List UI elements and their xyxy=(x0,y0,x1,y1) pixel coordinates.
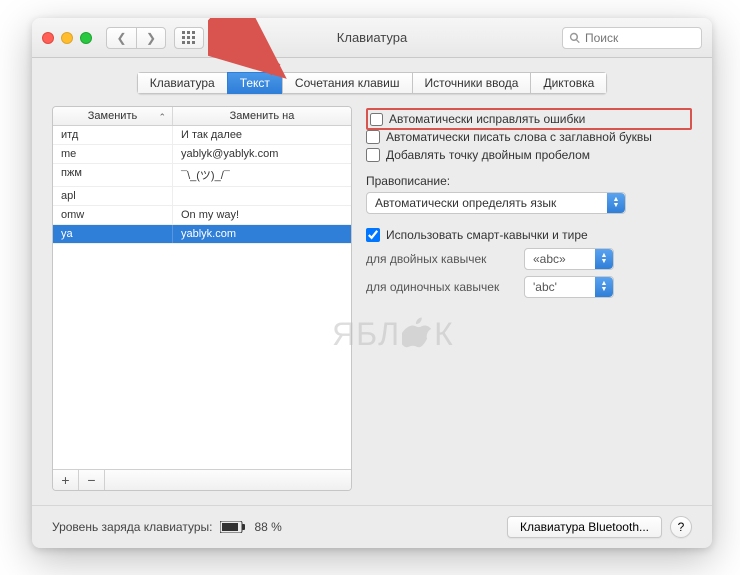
help-button[interactable]: ? xyxy=(670,516,692,538)
table-row[interactable]: omwOn my way! xyxy=(53,206,351,225)
battery-percentage: 88 % xyxy=(254,520,281,534)
double-quotes-label: для двойных кавычек xyxy=(366,252,516,266)
column-with[interactable]: Заменить на xyxy=(173,107,351,125)
traffic-lights xyxy=(42,32,92,44)
battery-label: Уровень заряда клавиатуры: xyxy=(52,520,212,534)
single-quotes-select[interactable]: 'abc' ▲▼ xyxy=(524,276,614,298)
table-body[interactable]: итдИ так далее meyablyk@yablyk.com пжм¯\… xyxy=(53,126,351,469)
table-row[interactable]: итдИ так далее xyxy=(53,126,351,145)
spelling-label: Правописание: xyxy=(366,174,692,188)
capitalize-checkbox[interactable] xyxy=(366,130,380,144)
table-row[interactable]: apl xyxy=(53,187,351,206)
forward-button[interactable]: ❯ xyxy=(136,27,166,49)
preferences-window: ❮ ❯ Клавиатура Клавиатура Текст Сочетани… xyxy=(32,18,712,548)
back-button[interactable]: ❮ xyxy=(106,27,136,49)
column-replace[interactable]: Заменить⌃ xyxy=(53,107,173,125)
smartquotes-label: Использовать смарт-кавычки и тире xyxy=(386,228,588,242)
capitalize-label: Автоматически писать слова с заглавной б… xyxy=(386,130,652,144)
tab-keyboard[interactable]: Клавиатура xyxy=(137,72,227,94)
options-panel: Автоматически исправлять ошибки Автомати… xyxy=(366,106,692,491)
double-quotes-select[interactable]: «abc» ▲▼ xyxy=(524,248,614,270)
tab-text[interactable]: Текст xyxy=(227,72,282,94)
table-row[interactable]: yayablyk.com xyxy=(53,225,351,244)
grid-icon xyxy=(182,31,196,45)
tab-shortcuts[interactable]: Сочетания клавиш xyxy=(282,72,412,94)
single-quotes-label: для одиночных кавычек xyxy=(366,280,516,294)
minimize-window-button[interactable] xyxy=(61,32,73,44)
doublespace-checkbox[interactable] xyxy=(366,148,380,162)
battery-icon xyxy=(220,521,246,533)
replacements-table: Заменить⌃ Заменить на итдИ так далее mey… xyxy=(52,106,352,491)
spelling-select[interactable]: Автоматически определять язык ▲▼ xyxy=(366,192,626,214)
chevron-updown-icon: ▲▼ xyxy=(595,277,613,297)
remove-button[interactable]: − xyxy=(79,470,105,490)
show-all-button[interactable] xyxy=(174,27,204,49)
highlight-box: Автоматически исправлять ошибки xyxy=(366,108,692,130)
replacements-panel: Заменить⌃ Заменить на итдИ так далее mey… xyxy=(52,106,352,491)
autocorrect-label: Автоматически исправлять ошибки xyxy=(389,112,585,126)
footer: Уровень заряда клавиатуры: 88 % Клавиату… xyxy=(32,505,712,548)
search-icon xyxy=(569,32,581,44)
bluetooth-button[interactable]: Клавиатура Bluetooth... xyxy=(507,516,662,538)
table-row[interactable]: meyablyk@yablyk.com xyxy=(53,145,351,164)
add-button[interactable]: + xyxy=(53,470,79,490)
table-row[interactable]: пжм¯\_(ツ)_/¯ xyxy=(53,164,351,187)
content: ЯБЛ К Заменить⌃ Заменить на итдИ так дал… xyxy=(32,106,712,505)
tabs: Клавиатура Текст Сочетания клавиш Источн… xyxy=(32,72,712,94)
nav-buttons: ❮ ❯ xyxy=(106,27,166,49)
search-input[interactable] xyxy=(585,31,695,45)
tab-input-sources[interactable]: Источники ввода xyxy=(412,72,531,94)
tab-dictation[interactable]: Диктовка xyxy=(530,72,607,94)
chevron-updown-icon: ▲▼ xyxy=(607,193,625,213)
sort-caret-icon: ⌃ xyxy=(158,112,166,123)
toolbar: ❮ ❯ Клавиатура xyxy=(32,18,712,58)
autocorrect-checkbox[interactable] xyxy=(370,113,383,126)
search-field[interactable] xyxy=(562,27,702,49)
zoom-window-button[interactable] xyxy=(80,32,92,44)
chevron-updown-icon: ▲▼ xyxy=(595,249,613,269)
smartquotes-checkbox[interactable] xyxy=(366,228,380,242)
doublespace-label: Добавлять точку двойным пробелом xyxy=(386,148,590,162)
close-window-button[interactable] xyxy=(42,32,54,44)
